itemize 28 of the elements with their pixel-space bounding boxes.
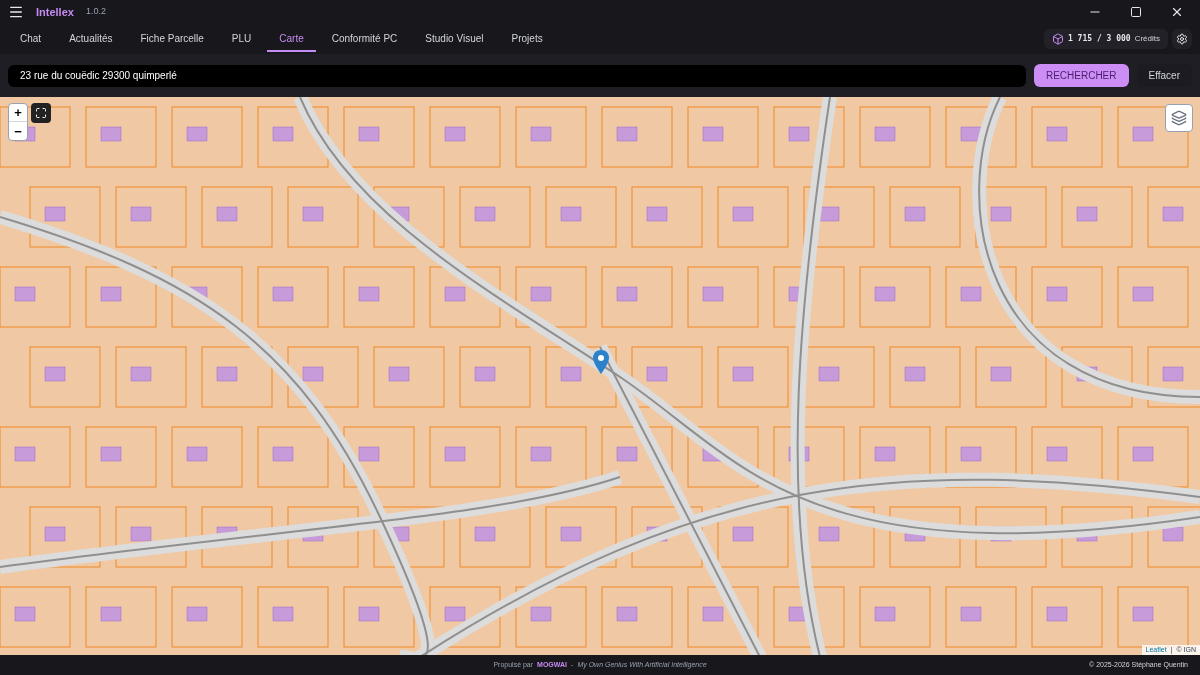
- zoom-out-button[interactable]: −: [9, 122, 27, 140]
- nav-tab[interactable]: PLU: [219, 26, 264, 52]
- clear-button[interactable]: Effacer: [1136, 64, 1192, 87]
- location-pin-icon: [593, 350, 609, 374]
- credits-count: 1 715 / 3 000: [1068, 33, 1131, 45]
- nav-tab[interactable]: Actualités: [57, 26, 125, 52]
- address-field[interactable]: 23 rue du couëdic 29300 quimperlé: [8, 64, 1026, 87]
- nav-tab[interactable]: Chat: [8, 26, 54, 52]
- fullscreen-icon: [35, 107, 47, 119]
- maximize-icon[interactable]: [1130, 6, 1142, 18]
- layers-icon: [1171, 110, 1187, 126]
- app-version: 1.0.2: [85, 5, 106, 19]
- layers-button[interactable]: [1165, 104, 1193, 132]
- nav-tab[interactable]: Carte: [267, 26, 316, 52]
- search-button[interactable]: RECHERCHER: [1033, 64, 1129, 87]
- menu-icon[interactable]: [8, 4, 24, 20]
- settings-icon: [1176, 33, 1188, 45]
- cube-icon: [1052, 33, 1064, 45]
- app-name: Intellex: [36, 4, 74, 20]
- credits-label: Crédits: [1134, 33, 1160, 45]
- nav-tab[interactable]: Projets: [499, 26, 555, 52]
- nav-tab[interactable]: Fiche Parcelle: [128, 26, 216, 52]
- settings-button[interactable]: [1172, 29, 1192, 49]
- nav-tab[interactable]: Studio Visuel: [413, 26, 496, 52]
- fullscreen-button[interactable]: [31, 103, 51, 123]
- zoom-in-button[interactable]: +: [9, 104, 27, 122]
- close-icon[interactable]: [1170, 5, 1184, 19]
- nav-tab[interactable]: Conformité PC: [319, 26, 410, 52]
